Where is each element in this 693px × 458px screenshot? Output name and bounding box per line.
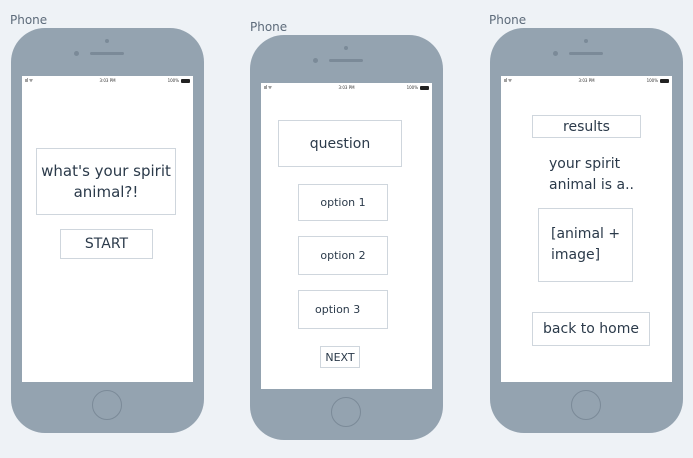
- speaker-icon: [329, 59, 363, 62]
- status-bar: ııl ᯤ 3:03 PM 100%: [261, 83, 432, 93]
- phone-2-frame: ııl ᯤ 3:03 PM 100% question option 1 opt…: [250, 35, 443, 440]
- phone-2-label: Phone: [250, 20, 288, 34]
- home-button[interactable]: [92, 390, 122, 420]
- battery-icon: [420, 85, 429, 90]
- speaker-icon: [90, 52, 124, 55]
- battery-percent: 100%: [406, 85, 418, 90]
- status-bar: ııl ᯤ 3:03 PM 100%: [501, 76, 672, 86]
- battery-indicator: 100%: [168, 78, 190, 83]
- battery-indicator: 100%: [407, 85, 429, 90]
- next-button[interactable]: NEXT: [320, 346, 360, 368]
- sensor-icon: [584, 39, 588, 43]
- option-3-button[interactable]: option 3: [298, 290, 388, 329]
- battery-percent: 100%: [646, 78, 658, 83]
- phone-2-screen: ııl ᯤ 3:03 PM 100% question option 1 opt…: [261, 83, 432, 389]
- speaker-icon: [569, 52, 603, 55]
- front-camera-icon: [74, 51, 79, 56]
- front-camera-icon: [553, 51, 558, 56]
- back-to-home-button[interactable]: back to home: [532, 312, 650, 346]
- phone-3-frame: ııl ᯤ 3:03 PM 100% results your spirit a…: [490, 28, 683, 433]
- spirit-animal-prompt: what's your spirit animal?!: [36, 148, 176, 215]
- option-1-button[interactable]: option 1: [298, 184, 388, 221]
- home-button[interactable]: [331, 397, 361, 427]
- sensor-icon: [105, 39, 109, 43]
- phone-3-label: Phone: [489, 13, 527, 27]
- phone-1-screen: ııl ᯤ 3:03 PM 100% what's your spirit an…: [22, 76, 193, 382]
- phone-1-label: Phone: [10, 13, 48, 27]
- results-title: results: [532, 115, 641, 138]
- status-bar: ııl ᯤ 3:03 PM 100%: [22, 76, 193, 86]
- question-box: question: [278, 120, 402, 167]
- animal-image-placeholder: [animal + image]: [538, 208, 633, 282]
- phone-3-screen: ııl ᯤ 3:03 PM 100% results your spirit a…: [501, 76, 672, 382]
- front-camera-icon: [313, 58, 318, 63]
- home-button[interactable]: [571, 390, 601, 420]
- battery-percent: 100%: [167, 78, 179, 83]
- result-text: your spirit animal is a..: [549, 156, 635, 193]
- sensor-icon: [344, 46, 348, 50]
- phone-1-frame: ııl ᯤ 3:03 PM 100% what's your spirit an…: [11, 28, 204, 433]
- battery-icon: [181, 78, 190, 83]
- battery-indicator: 100%: [647, 78, 669, 83]
- option-2-button[interactable]: option 2: [298, 236, 388, 275]
- battery-icon: [660, 78, 669, 83]
- start-button[interactable]: START: [60, 229, 153, 259]
